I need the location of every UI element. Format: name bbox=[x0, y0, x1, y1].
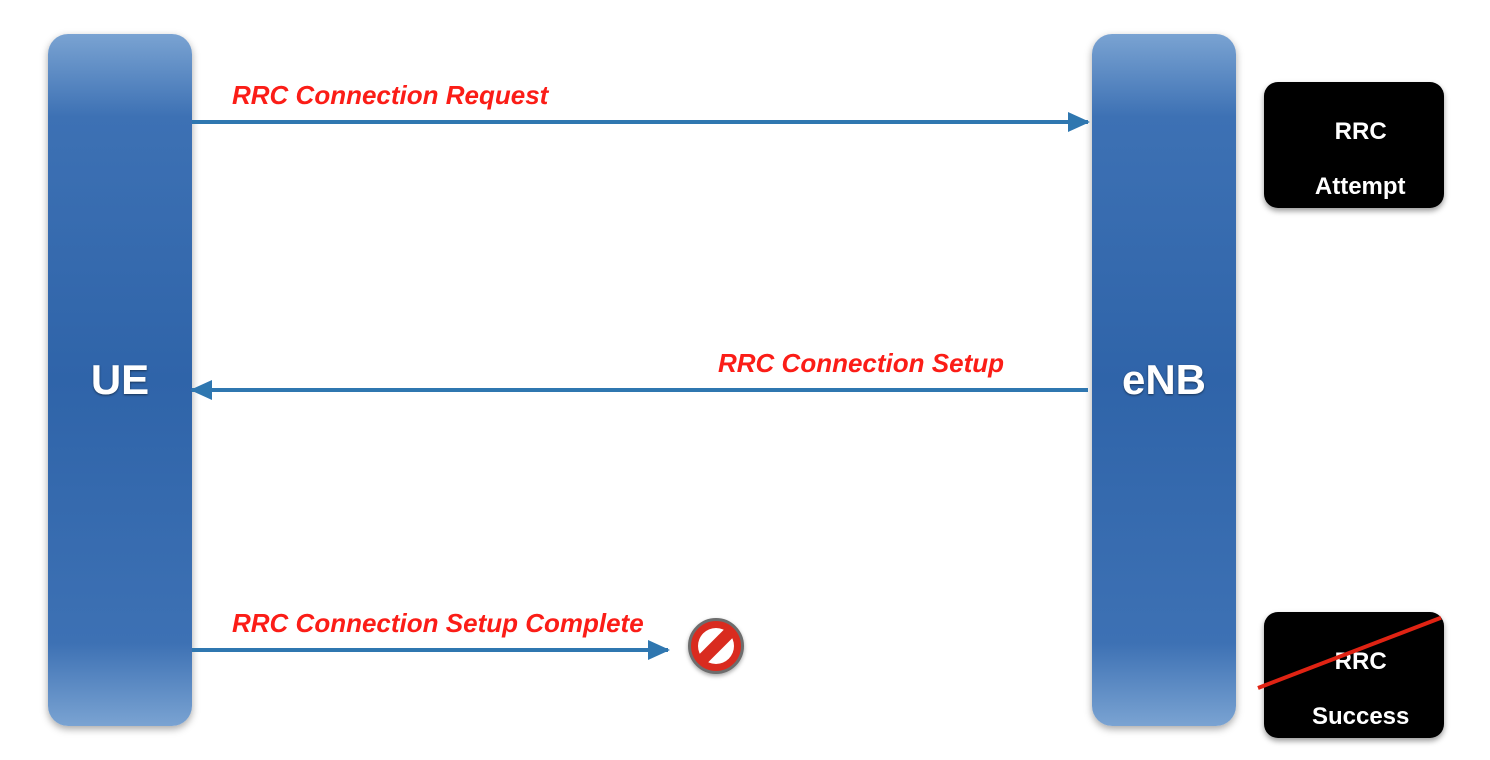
ue-label: UE bbox=[91, 356, 149, 404]
success-line2: Success bbox=[1312, 703, 1409, 730]
setup-complete-label: RRC Connection Setup Complete bbox=[232, 608, 644, 639]
setup-arrow bbox=[192, 388, 1088, 392]
request-arrow bbox=[192, 120, 1088, 124]
ue-node: UE bbox=[48, 34, 192, 726]
enb-node: eNB bbox=[1092, 34, 1236, 726]
request-label: RRC Connection Request bbox=[232, 80, 548, 111]
attempt-line1: RRC bbox=[1335, 118, 1387, 145]
success-line1: RRC bbox=[1335, 648, 1387, 675]
setup-complete-arrow bbox=[192, 648, 668, 652]
enb-label: eNB bbox=[1122, 356, 1206, 404]
attempt-line2: Attempt bbox=[1315, 173, 1406, 200]
no-entry-icon bbox=[688, 618, 744, 674]
setup-label: RRC Connection Setup bbox=[718, 348, 1004, 379]
rrc-attempt-badge: RRC Attempt bbox=[1264, 82, 1444, 208]
